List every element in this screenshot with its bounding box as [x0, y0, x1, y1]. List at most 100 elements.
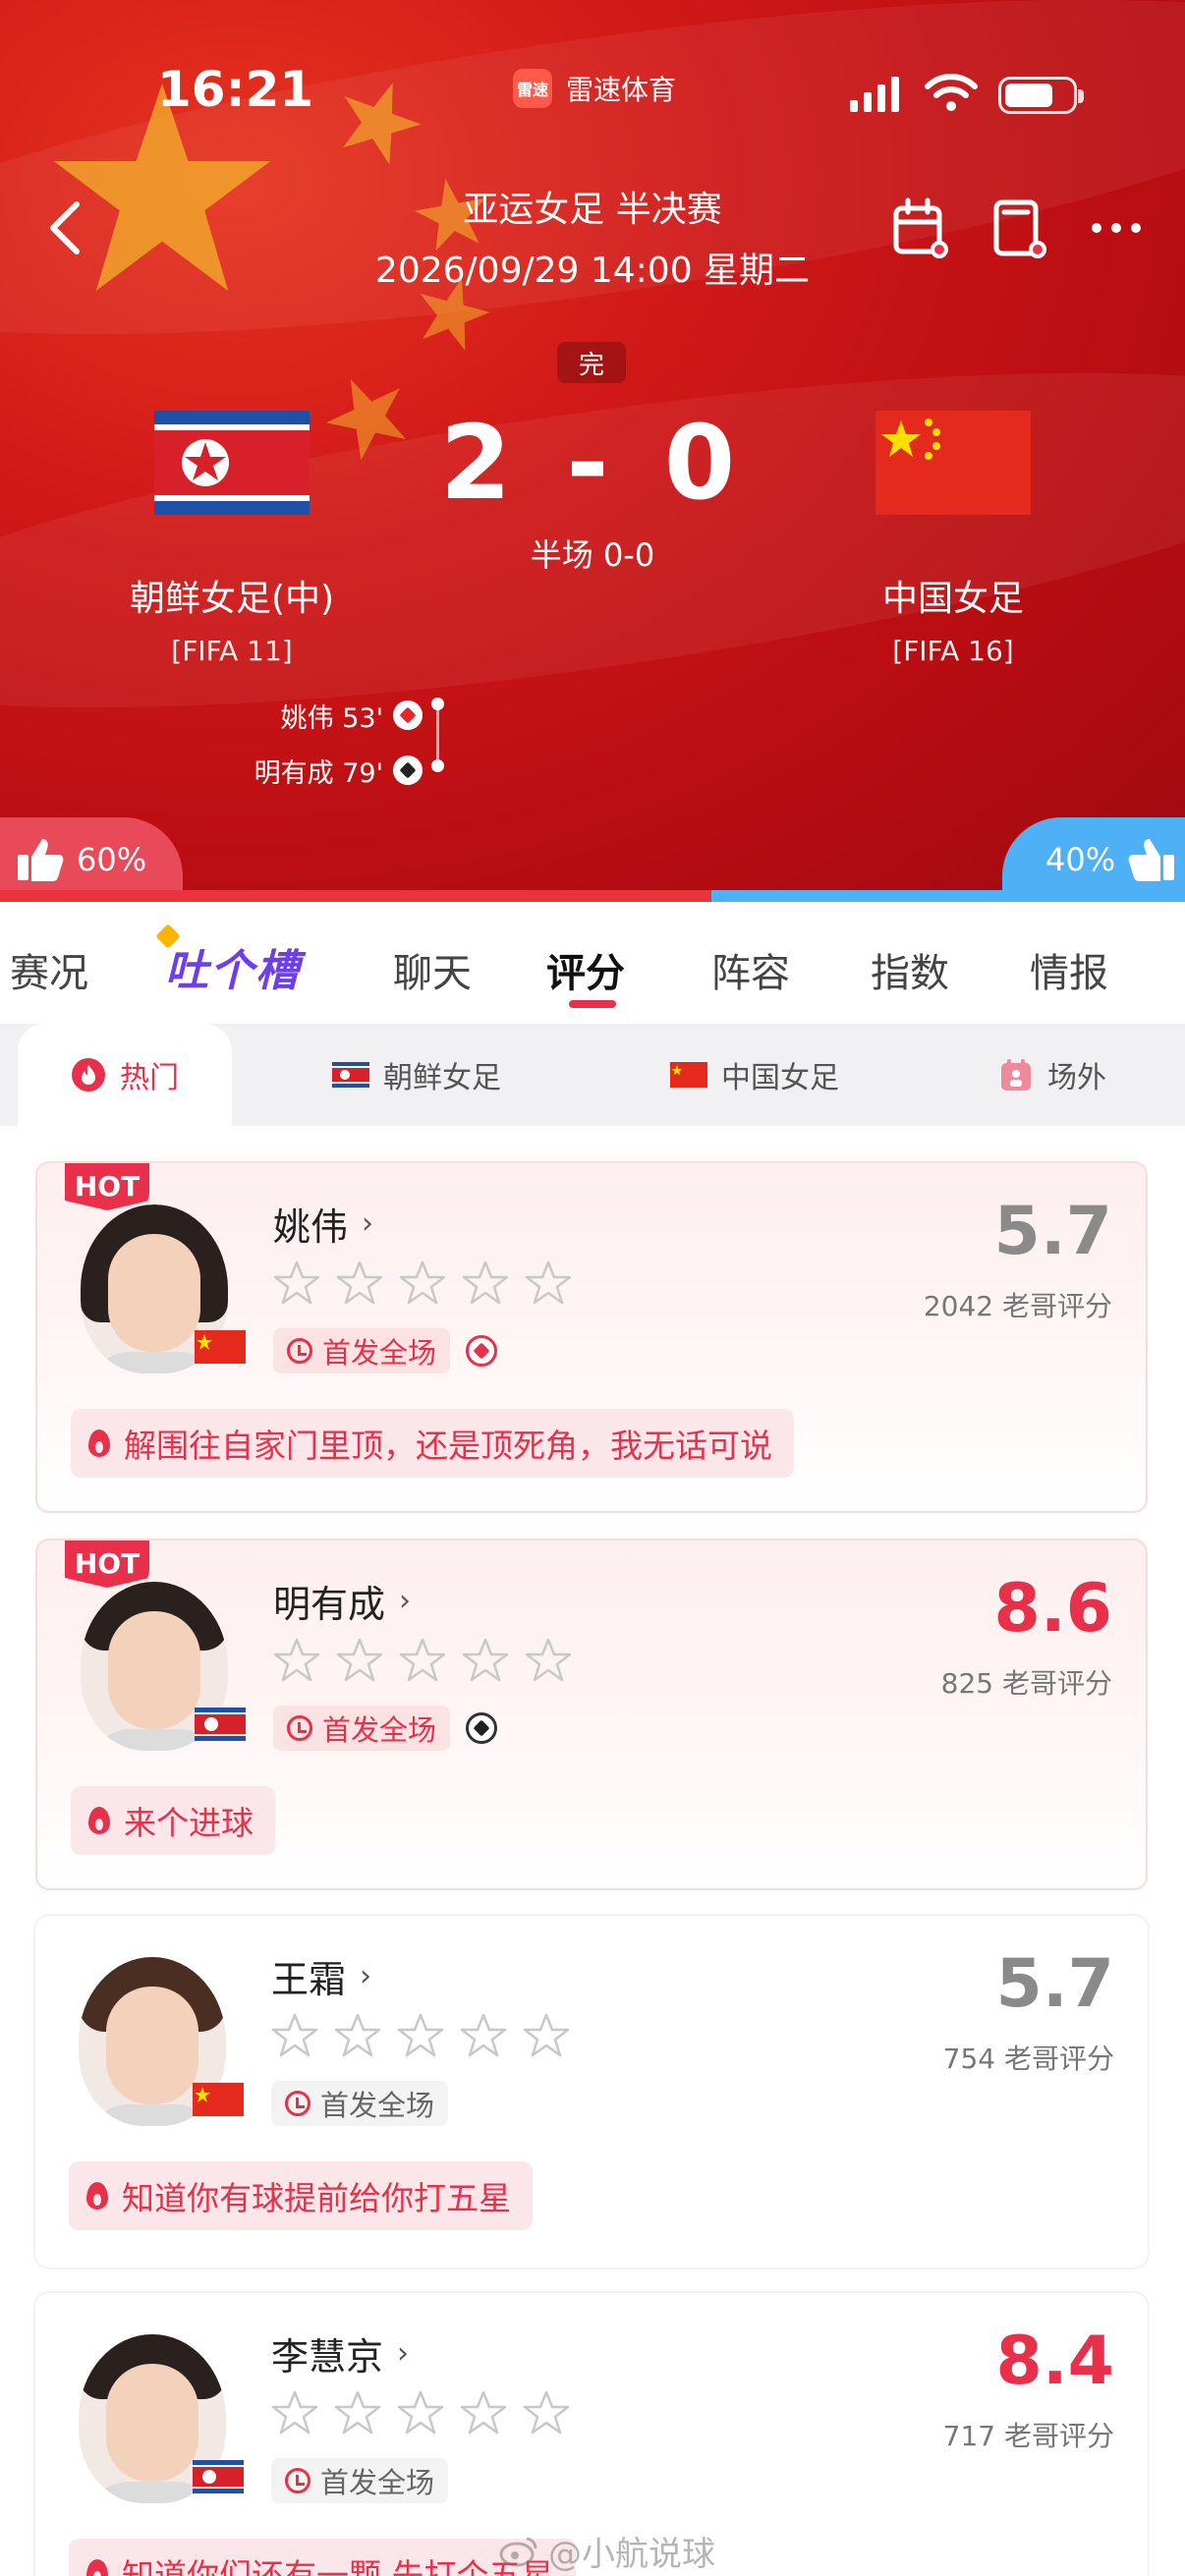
flame-icon: [86, 2182, 108, 2210]
north-korea-flag: [193, 2460, 244, 2493]
rating-star-icon[interactable]: [336, 1260, 383, 1307]
hot-comment[interactable]: 知道你有球提前给你打五星: [69, 2161, 533, 2230]
rating-star-icon[interactable]: [336, 1637, 383, 1684]
rating-star-icon[interactable]: [523, 2012, 570, 2059]
player-rating-score: 5.7: [995, 1945, 1114, 2023]
player-rating-card[interactable]: HOT 姚伟 › 首发全场 5.7 2042 老哥评分 解围往自家门里顶，还是顶死角，我无话…: [35, 1161, 1148, 1513]
flame-icon: [88, 1807, 110, 1834]
tab-live[interactable]: 赛况: [10, 941, 88, 998]
role-label: 首发全场: [322, 1336, 437, 1370]
rating-star-icon[interactable]: [334, 2389, 381, 2436]
hot-comment[interactable]: 解围往自家门里顶，还是顶死角，我无话可说: [71, 1409, 794, 1478]
wifi-icon: [925, 74, 978, 111]
home-team-name: 朝鲜女足(中): [129, 579, 335, 619]
match-status-badge: 完: [557, 342, 626, 383]
watermark-text: @小航说球: [548, 2535, 715, 2574]
hot-comment-text: 来个进球: [124, 1804, 254, 1842]
vote-home-percent: 60%: [77, 841, 147, 878]
subtab-north-korea[interactable]: 朝鲜女足: [332, 1024, 501, 1126]
status-bar: 16:21 雷速 雷速体育: [0, 0, 1185, 187]
tab-odds[interactable]: 指数: [871, 941, 949, 998]
rating-star-icon[interactable]: [399, 1637, 446, 1684]
rating-star-icon[interactable]: [460, 2012, 507, 2059]
watermark: @小航说球: [499, 2527, 715, 2575]
match-header: 16:21 雷速 雷速体育 亚运女足 半决赛 2026/09/29 14:00 …: [0, 0, 1185, 902]
vote-ratio-bar: [0, 890, 1185, 902]
player-rating-score: 5.7: [993, 1193, 1112, 1270]
timeline-connector: [431, 698, 444, 772]
player-rating-card[interactable]: 王霜 › 首发全场 5.7 754 老哥评分知道你有球提前给你打五星: [35, 1916, 1148, 2268]
role-label: 首发全场: [320, 2466, 435, 2499]
rating-star-icon[interactable]: [271, 2389, 318, 2436]
home-team-fifa-rank: [FIFA 11]: [171, 635, 293, 667]
rating-star-icon[interactable]: [525, 1260, 572, 1307]
rating-star-icon[interactable]: [462, 1260, 509, 1307]
clock-icon: [287, 1715, 312, 1741]
player-name-link[interactable]: 姚伟 ›: [273, 1197, 373, 1251]
app-name: 雷速体育: [566, 74, 677, 106]
hot-comment-text: 解围往自家门里顶，还是顶死角，我无话可说: [124, 1427, 772, 1465]
rating-star-icon[interactable]: [273, 1637, 320, 1684]
player-role: 首发全场: [271, 2458, 449, 2503]
tab-tucao[interactable]: 吐个槽: [155, 924, 301, 998]
clock-icon: [287, 1338, 312, 1364]
rating-star-icon[interactable]: [273, 1260, 320, 1307]
status-time: 16:21: [157, 61, 314, 118]
rating-star-icon[interactable]: [462, 1637, 509, 1684]
player-role: 首发全场: [271, 2081, 449, 2126]
player-nation-flag: [193, 2083, 244, 2120]
away-team-name: 中国女足: [881, 579, 1024, 619]
app-indicator: 雷速 雷速体育: [513, 69, 676, 108]
player-role: 首发全场: [273, 1706, 498, 1751]
goal-event-text: 明有成 79': [254, 757, 383, 789]
role-tag: 首发全场: [273, 1328, 451, 1373]
player-name-link[interactable]: 李慧京 ›: [271, 2326, 409, 2380]
player-name-link[interactable]: 明有成 ›: [273, 1574, 411, 1628]
avatar-face: [108, 1234, 200, 1352]
thumbs-up-icon: [1128, 839, 1175, 881]
clock-icon: [285, 2091, 310, 2116]
subtab-china[interactable]: 中国女足: [670, 1024, 839, 1126]
tab-intel[interactable]: 情报: [1030, 941, 1108, 998]
player-rating-card[interactable]: HOT 明有成 › 首发全场 8.6 825 老哥评分 来个进球: [35, 1539, 1148, 1890]
rating-star-icon[interactable]: [525, 1637, 572, 1684]
player-nation-flag: [195, 1330, 246, 1368]
role-label: 首发全场: [322, 1713, 437, 1747]
rating-vote-count: 754 老哥评分: [942, 2043, 1114, 2075]
hot-badge: HOT: [65, 1163, 149, 1210]
china-flag: [670, 1062, 707, 1088]
subtab-offfield[interactable]: 场外: [998, 1024, 1106, 1126]
star-rating-input[interactable]: [271, 2012, 570, 2059]
home-team[interactable]: 朝鲜女足(中) [FIFA 11]: [55, 411, 409, 667]
rating-star-icon[interactable]: [460, 2389, 507, 2436]
player-role: 首发全场: [273, 1328, 498, 1373]
goal-event-text: 姚伟 53': [280, 702, 383, 734]
tab-chat[interactable]: 聊天: [393, 941, 472, 998]
rating-star-icon[interactable]: [399, 1260, 446, 1307]
player-name: 李慧京: [271, 2335, 384, 2379]
rating-star-icon[interactable]: [271, 2012, 318, 2059]
rating-star-icon[interactable]: [397, 2012, 444, 2059]
sparkle-icon: [155, 924, 181, 949]
player-name: 姚伟: [273, 1205, 349, 1249]
goal-ball-icon: [466, 1712, 498, 1744]
away-team[interactable]: 中国女足 [FIFA 16]: [776, 411, 1130, 667]
active-tab-indicator: [569, 1000, 616, 1008]
avatar-face: [106, 2364, 198, 2482]
hot-comment[interactable]: 来个进球: [71, 1786, 275, 1855]
star-rating-input[interactable]: [273, 1260, 572, 1307]
star-rating-input[interactable]: [271, 2389, 570, 2436]
rating-star-icon[interactable]: [397, 2389, 444, 2436]
chevron-right-icon: ›: [362, 1206, 374, 1241]
star-rating-input[interactable]: [273, 1637, 572, 1684]
rating-subtabs: 热门 朝鲜女足 中国女足 场外: [0, 1024, 1185, 1126]
tab-ratings[interactable]: 评分: [546, 941, 625, 998]
rating-star-icon[interactable]: [334, 2012, 381, 2059]
tab-lineup[interactable]: 阵容: [711, 941, 790, 998]
subtab-hot[interactable]: 热门: [18, 1024, 232, 1126]
role-tag: 首发全场: [271, 2458, 449, 2503]
player-name-link[interactable]: 王霜 ›: [271, 1949, 371, 2003]
match-datetime: 2026/09/29 14:00 星期二: [374, 251, 811, 291]
rating-star-icon[interactable]: [523, 2389, 570, 2436]
goal-event: 明有成 79': [226, 743, 423, 798]
